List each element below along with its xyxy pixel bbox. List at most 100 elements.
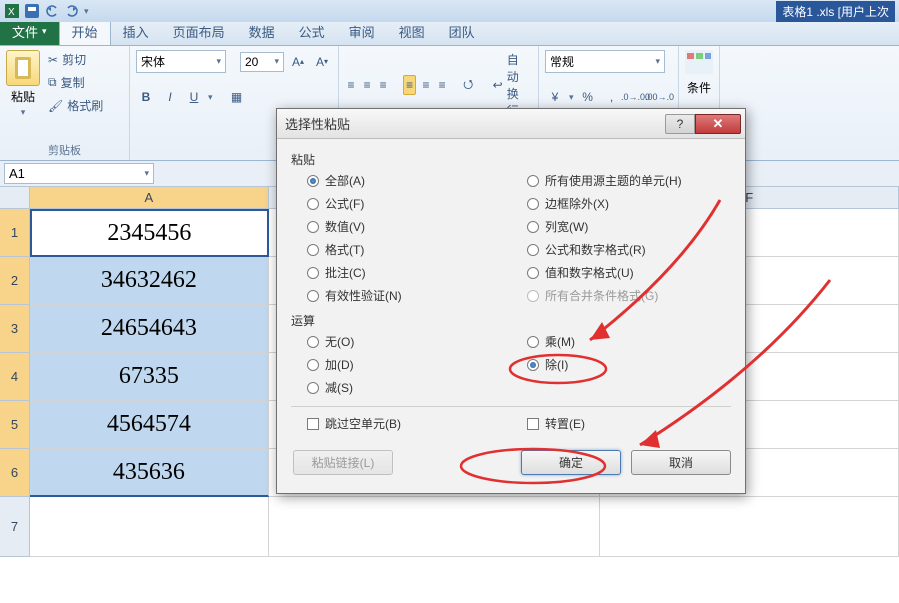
svg-text:X: X [8, 7, 15, 18]
select-all-corner[interactable] [0, 187, 30, 209]
paste-button[interactable]: 粘贴 ▾ [6, 50, 40, 118]
radio-label: 乘(M) [545, 333, 575, 350]
align-bottom-button[interactable]: ≡ [377, 75, 389, 95]
conditional-formatting-icon[interactable] [685, 50, 713, 77]
radio-comments[interactable]: 批注(C) [307, 264, 511, 281]
chevron-down-icon[interactable]: ▾ [569, 92, 574, 103]
align-middle-button[interactable]: ≡ [361, 75, 373, 95]
undo-icon[interactable] [44, 3, 60, 19]
cell-a3[interactable]: 24654643 [30, 305, 269, 353]
close-button[interactable]: ✕ [695, 114, 741, 134]
radio-label: 除(I) [545, 356, 568, 373]
radio-label: 格式(T) [325, 241, 364, 258]
row-header[interactable]: 6 [0, 449, 30, 497]
radio-label: 减(S) [325, 379, 353, 396]
align-left-button[interactable]: ≡ [403, 75, 416, 95]
align-top-button[interactable]: ≡ [345, 75, 357, 95]
row-header[interactable]: 3 [0, 305, 30, 353]
dialog-body: 粘贴 全部(A) 公式(F) 数值(V) 格式(T) [277, 139, 745, 493]
radio-values[interactable]: 数值(V) [307, 218, 511, 235]
increase-font-button[interactable]: A▴ [288, 52, 308, 72]
ok-button[interactable]: 确定 [521, 450, 621, 475]
bold-button[interactable]: B [136, 87, 156, 107]
row-header[interactable]: 1 [0, 209, 30, 257]
align-center-button[interactable]: ≡ [420, 75, 432, 95]
dialog-titlebar[interactable]: 选择性粘贴 ? ✕ [277, 109, 745, 139]
cell-a2[interactable]: 34632462 [30, 257, 269, 305]
percent-button[interactable]: % [578, 87, 598, 107]
radio-mul[interactable]: 乘(M) [527, 333, 731, 350]
title-bar: X ▾ 表格1 .xls [用户上次 [0, 0, 899, 22]
tab-formulas[interactable]: 公式 [287, 18, 337, 45]
radio-formulas-num[interactable]: 公式和数字格式(R) [527, 241, 731, 258]
radio-div[interactable]: 除(I) [527, 356, 731, 373]
radio-formulas[interactable]: 公式(F) [307, 195, 511, 212]
radio-icon [307, 290, 319, 302]
paste-link-button: 粘贴链接(L) [293, 450, 393, 475]
tab-file[interactable]: 文件 ▾ [0, 18, 59, 45]
radio-label: 边框除外(X) [545, 195, 609, 212]
cell[interactable] [600, 497, 899, 557]
border-button[interactable]: ▦ [227, 87, 247, 107]
section-operation-label: 运算 [291, 312, 731, 329]
tab-insert[interactable]: 插入 [111, 18, 161, 45]
radio-sub[interactable]: 减(S) [307, 379, 511, 396]
column-header-a[interactable]: A [30, 187, 269, 209]
row-header[interactable]: 2 [0, 257, 30, 305]
cell-a5[interactable]: 4564574 [30, 401, 269, 449]
name-box[interactable]: A1 ▾ [4, 163, 154, 184]
tab-review[interactable]: 审阅 [337, 18, 387, 45]
redo-icon[interactable] [64, 3, 80, 19]
radio-none[interactable]: 无(O) [307, 333, 511, 350]
orientation-button[interactable]: ⭯ [462, 75, 474, 95]
decrease-decimal-button[interactable]: .00→.0 [650, 87, 670, 107]
format-painter-button[interactable]: 🖌 格式刷 [46, 96, 105, 115]
tab-team[interactable]: 团队 [437, 18, 487, 45]
font-size-combo[interactable]: 20 ▾ [240, 52, 284, 72]
cut-button[interactable]: ✂ 剪切 [46, 50, 105, 69]
copy-button[interactable]: ⧉ 复制 [46, 73, 105, 92]
radio-label: 列宽(W) [545, 218, 588, 235]
radio-label: 数值(V) [325, 218, 365, 235]
cancel-button[interactable]: 取消 [631, 450, 731, 475]
radio-values-num[interactable]: 值和数字格式(U) [527, 264, 731, 281]
radio-icon [307, 382, 319, 394]
currency-button[interactable]: ¥ [545, 87, 565, 107]
comma-button[interactable]: , [602, 87, 622, 107]
cell[interactable] [269, 497, 601, 557]
radio-source-theme[interactable]: 所有使用源主题的单元(H) [527, 172, 731, 189]
number-format-combo[interactable]: 常规 ▾ [545, 50, 665, 73]
radio-all[interactable]: 全部(A) [307, 172, 511, 189]
row-header[interactable]: 5 [0, 401, 30, 449]
decrease-font-button[interactable]: A▾ [312, 52, 332, 72]
align-right-button[interactable]: ≡ [436, 75, 448, 95]
format-painter-label: 格式刷 [67, 97, 103, 114]
radio-col-widths[interactable]: 列宽(W) [527, 218, 731, 235]
tab-page-layout[interactable]: 页面布局 [161, 18, 237, 45]
tab-data[interactable]: 数据 [237, 18, 287, 45]
row-header[interactable]: 7 [0, 497, 30, 557]
underline-button[interactable]: U [184, 87, 204, 107]
radio-add[interactable]: 加(D) [307, 356, 511, 373]
increase-decimal-button[interactable]: .0→.00 [626, 87, 646, 107]
cell[interactable] [30, 497, 269, 557]
cut-label: 剪切 [62, 51, 86, 68]
cell-a1[interactable]: 2345456 [30, 209, 269, 257]
cell-a6[interactable]: 435636 [30, 449, 269, 497]
help-button[interactable]: ? [665, 114, 695, 134]
radio-validation[interactable]: 有效性验证(N) [307, 287, 511, 304]
tab-view[interactable]: 视图 [387, 18, 437, 45]
radio-except-borders[interactable]: 边框除外(X) [527, 195, 731, 212]
radio-formats[interactable]: 格式(T) [307, 241, 511, 258]
save-icon[interactable] [24, 3, 40, 19]
qat-dropdown-icon[interactable]: ▾ [84, 6, 89, 17]
check-skip-blanks[interactable]: 跳过空单元(B) [291, 415, 511, 432]
row-header[interactable]: 4 [0, 353, 30, 401]
chevron-down-icon[interactable]: ▾ [208, 92, 213, 103]
italic-button[interactable]: I [160, 87, 180, 107]
ribbon-tabs: 文件 ▾ 开始 插入 页面布局 数据 公式 审阅 视图 团队 [0, 22, 899, 46]
font-name-combo[interactable]: 宋体 ▾ [136, 50, 226, 73]
cell-a4[interactable]: 67335 [30, 353, 269, 401]
check-transpose[interactable]: 转置(E) [511, 415, 731, 432]
radio-label: 所有合并条件格式(G) [545, 287, 658, 304]
